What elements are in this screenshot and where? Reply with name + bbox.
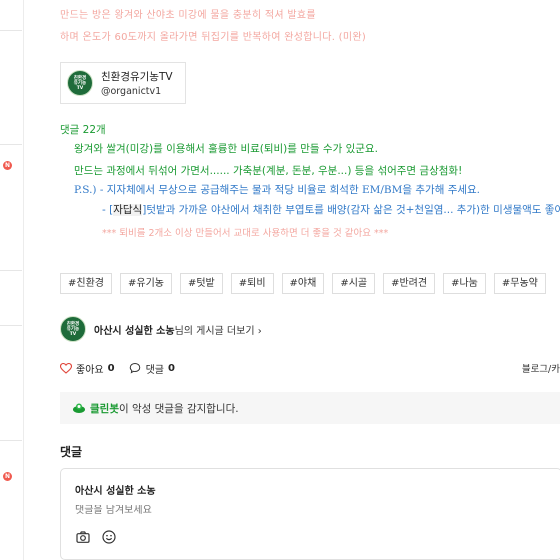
- comment-input[interactable]: [75, 505, 375, 516]
- tag[interactable]: #시골: [332, 273, 376, 294]
- tag[interactable]: #텃밭: [179, 273, 223, 294]
- speech-bubble-icon: [129, 362, 140, 374]
- sidebar-divider: [0, 144, 22, 145]
- cleanbot-notice: 클린봇 이 악성 댓글을 감지합니다.: [60, 392, 560, 424]
- sidebar-divider: [0, 440, 22, 441]
- channel-handle: @organictv1: [101, 86, 162, 97]
- sidebar: N N: [0, 0, 24, 560]
- author-more-label: 님의 게시글 더보기: [174, 325, 255, 337]
- share-blog-button[interactable]: 블로그/카: [522, 361, 560, 375]
- heart-icon: [60, 362, 72, 374]
- sidebar-divider: [0, 30, 22, 31]
- handwritten-note-line: 하며 온도가 60도까지 올라가면 뒤집기를 반복하여 완성합니다. (미완): [60, 32, 367, 43]
- comment-author-name: 아산시 성실한 소농: [75, 486, 156, 497]
- tag[interactable]: #유기농: [119, 273, 172, 294]
- comment-label: 댓글: [145, 364, 164, 376]
- post-text-line: - [자답식]텃밭과 가까운 야산에서 채취한 부엽토를 배양(감자 삶은 것+…: [102, 204, 560, 216]
- comment-count-text: 댓글 22개: [60, 124, 106, 136]
- chevron-right-icon: ›: [257, 325, 262, 337]
- tag[interactable]: #나눔: [443, 273, 486, 294]
- post-actions: 좋아요 0 댓글 0 블로그/카: [60, 358, 560, 378]
- post-content: 만드는 방은 왕겨와 산야초 미강에 물을 충분히 적셔 발효를 하며 온도가 …: [60, 0, 560, 560]
- post-text-line: *** 퇴비를 2개소 이상 만들어서 교대로 사용하면 더 좋을 것 같아요 …: [102, 228, 389, 239]
- comment-count: 0: [167, 362, 175, 374]
- tag[interactable]: #반려견: [383, 273, 436, 294]
- tag[interactable]: #무농약: [493, 273, 546, 294]
- cleanbot-icon: [73, 403, 85, 413]
- emoji-icon[interactable]: [101, 529, 117, 545]
- highlight-text: 자답식: [113, 204, 143, 216]
- channel-name: 친환경유기농TV: [101, 71, 173, 83]
- cleanbot-name: 클린봇: [90, 402, 119, 415]
- tag[interactable]: #퇴비: [230, 273, 274, 294]
- cleanbot-message: 이 악성 댓글을 감지합니다.: [118, 402, 239, 415]
- channel-card[interactable]: 친환경 유기농 TV 친환경유기농TV @organictv1: [60, 62, 186, 104]
- new-badge: N: [3, 472, 12, 481]
- post-text-line: 만드는 과정에서 뒤섞어 가면서...... 가축분(계분, 돈분, 우분...…: [74, 165, 463, 177]
- tag[interactable]: #친환경: [60, 273, 112, 294]
- like-label: 좋아요: [76, 364, 104, 376]
- comment-button[interactable]: 댓글 0: [129, 361, 175, 376]
- author-more-posts-link[interactable]: 친환경 유기농 TV 아산시 성실한 소농님의 게시글 더보기 ›: [60, 316, 262, 342]
- author-name: 아산시 성실한 소농: [94, 325, 175, 337]
- sidebar-divider: [0, 325, 22, 326]
- like-count: 0: [107, 362, 115, 374]
- comment-write-box: 아산시 성실한 소농: [60, 468, 560, 560]
- camera-icon[interactable]: [75, 529, 91, 545]
- post-text-line: 왕겨와 쌀겨(미강)를 이용해서 훌륭한 비료(퇴비)를 만들 수가 있군요.: [74, 143, 378, 155]
- tag[interactable]: #야채: [281, 273, 325, 294]
- new-badge: N: [3, 161, 12, 170]
- handwritten-note-line: 만드는 방은 왕겨와 산야초 미강에 물을 충분히 적셔 발효를: [60, 10, 316, 21]
- channel-logo: 친환경 유기농 TV: [67, 70, 93, 96]
- like-button[interactable]: 좋아요 0: [60, 361, 115, 376]
- tag-list: #친환경 #유기농 #텃밭 #퇴비 #야채 #시골 #반려견 #나눔 #무농약: [60, 273, 546, 294]
- post-text-line: P.S.) - 지자체에서 무상으로 공급해주는 물과 적당 비율로 희석한 E…: [74, 184, 481, 196]
- author-avatar: 친환경 유기농 TV: [60, 316, 86, 342]
- comments-title: 댓글: [60, 445, 83, 459]
- sidebar-divider: [0, 270, 22, 271]
